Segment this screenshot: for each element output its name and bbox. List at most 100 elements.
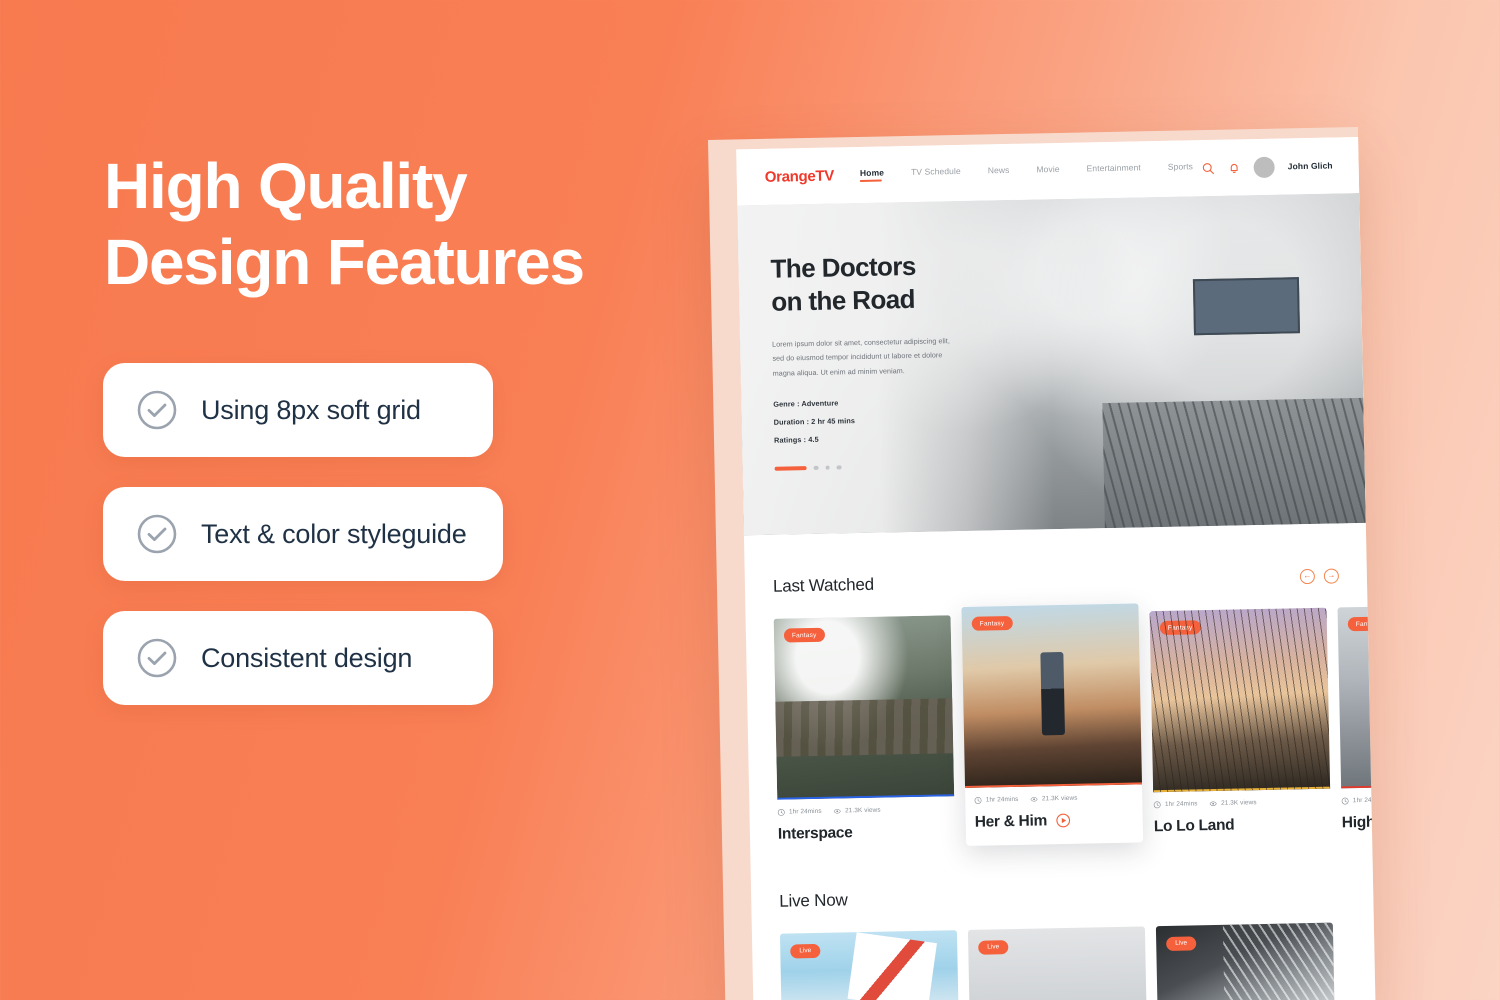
- nav-menu: Home TV Schedule News Movie Entertainmen…: [860, 161, 1193, 182]
- carousel-dot[interactable]: [836, 465, 842, 470]
- check-circle-icon: [135, 636, 179, 680]
- feature-card: Text & color styleguide: [103, 487, 503, 581]
- duration-meta: 1hr 24mins: [974, 796, 1018, 804]
- duration-meta: 1hr 24mins: [1341, 796, 1376, 805]
- mockup-frame: OrangeTV Home TV Schedule News Movie Ent…: [708, 126, 1376, 1000]
- hero-title: The Doctors on the Road: [770, 250, 916, 317]
- live-badge: Live: [790, 943, 821, 959]
- movie-card[interactable]: Fantasy 1hr 24mins: [1149, 607, 1332, 842]
- hero-meta-genre: Genre : Adventure: [773, 398, 839, 409]
- duration-text: 1hr 24mins: [1164, 800, 1198, 809]
- clock-icon: [1341, 797, 1349, 805]
- feature-card: Using 8px soft grid: [103, 363, 493, 457]
- live-card-row: Live Live Live: [779, 922, 1347, 1000]
- views-meta: 21.3K views: [833, 806, 881, 815]
- site-logo[interactable]: OrangeTV: [765, 167, 835, 185]
- check-circle-icon: [135, 388, 179, 432]
- movie-thumbnail[interactable]: Fantasy: [773, 615, 955, 800]
- duration-text: 1hr 24mins: [788, 808, 822, 816]
- genre-badge: Fantasy: [971, 615, 1013, 631]
- carousel-dot-active[interactable]: [774, 466, 807, 471]
- genre-badge: Fantasy: [1347, 616, 1376, 632]
- hero-banner: The Doctors on the Road Lorem ipsum dolo…: [737, 192, 1366, 536]
- watch-progress-bar: [1153, 786, 1331, 793]
- live-badge: Live: [1166, 935, 1197, 951]
- hero-meta-duration: Duration : 2 hr 45 mins: [773, 415, 856, 427]
- movie-card-row: Fantasy 1hr 24mins 21.3K views Interspac…: [773, 603, 1376, 849]
- movie-meta: 1hr 24mins 21.3K views: [1153, 798, 1330, 809]
- website-mockup: OrangeTV Home TV Schedule News Movie Ent…: [708, 126, 1376, 1000]
- nav-item-entertainment[interactable]: Entertainment: [1086, 162, 1140, 177]
- feature-label: Text & color styleguide: [201, 518, 467, 549]
- live-now-section: Live Now Live Live Live: [751, 879, 1375, 1000]
- duration-meta: 1hr 24mins: [1153, 800, 1198, 809]
- movie-meta: 1hr 24mins 21.3K views: [777, 805, 954, 816]
- live-card[interactable]: Live: [1155, 922, 1335, 1000]
- feature-label: Using 8px soft grid: [201, 394, 421, 425]
- nav-item-home[interactable]: Home: [860, 167, 884, 181]
- arrow-left-circle-icon[interactable]: ←: [1299, 568, 1316, 584]
- avatar[interactable]: [1253, 156, 1275, 178]
- movie-title: Her & Him: [974, 811, 1048, 831]
- duration-text: 1hr 24mins: [985, 796, 1019, 804]
- feature-list: Using 8px soft grid Text & color stylegu…: [103, 363, 503, 735]
- watch-progress-bar: [1341, 782, 1376, 789]
- last-watched-section: Last Watched ← → Fantasy 1hr 24mins 21.3…: [745, 565, 1376, 850]
- live-card[interactable]: Live: [967, 925, 1147, 1000]
- hero-content: The Doctors on the Road Lorem ipsum dolo…: [737, 193, 1364, 472]
- watch-progress-bar: [965, 781, 1143, 788]
- nav-item-movie[interactable]: Movie: [1036, 164, 1059, 178]
- movie-thumbnail[interactable]: Fantasy: [1337, 603, 1376, 789]
- search-icon[interactable]: [1202, 161, 1215, 174]
- views-text: 21.3K views: [845, 806, 881, 815]
- movie-title: Lo Lo Land: [1153, 816, 1235, 835]
- carousel-controls: ← →: [1299, 567, 1340, 584]
- movie-thumbnail[interactable]: Fantasy: [961, 603, 1143, 788]
- views-text: 21.3K views: [1041, 794, 1078, 803]
- play-circle-icon[interactable]: [1056, 813, 1071, 828]
- hero-meta-ratings: Ratings : 4.5: [773, 434, 819, 445]
- live-badge: Live: [978, 939, 1009, 955]
- watch-progress-bar: [777, 793, 955, 800]
- user-name[interactable]: John Glich: [1288, 160, 1333, 171]
- movie-card[interactable]: Fantasy 1hr 24mins: [961, 603, 1144, 846]
- movie-title: High: [1341, 813, 1376, 831]
- views-meta: 21.3K views: [1209, 799, 1257, 808]
- browser-viewport: OrangeTV Home TV Schedule News Movie Ent…: [736, 136, 1376, 1000]
- carousel-dot[interactable]: [813, 465, 819, 471]
- page-title: High Quality Design Features: [104, 150, 585, 299]
- check-circle-icon: [135, 512, 179, 556]
- movie-title: Interspace: [777, 823, 853, 843]
- movie-thumbnail[interactable]: Fantasy: [1149, 607, 1331, 793]
- movie-meta: 1hr 24mins 21.3K views: [965, 793, 1142, 804]
- section-header: Live Now: [779, 880, 1345, 911]
- hero-description: Lorem ipsum dolor sit amet, consectetur …: [772, 335, 950, 378]
- notification-bell-icon[interactable]: [1228, 161, 1241, 174]
- views-meta: 21.3K views: [1030, 794, 1078, 804]
- hero-meta-list: Genre : Adventure Duration : 2 hr 45 min…: [773, 388, 1364, 445]
- section-header: Last Watched ← →: [773, 565, 1340, 596]
- feature-card: Consistent design: [103, 611, 493, 705]
- eye-icon: [1030, 796, 1038, 804]
- movie-title-row: Her & Him: [966, 810, 1143, 832]
- nav-item-sports[interactable]: Sports: [1168, 161, 1193, 176]
- views-text: 21.3K views: [1220, 799, 1257, 808]
- movie-meta: 1hr 24mins 21.3K views: [1341, 794, 1376, 805]
- carousel-dot[interactable]: [825, 465, 830, 471]
- live-card[interactable]: Live: [779, 929, 959, 1000]
- nav-actions: John Glich: [1202, 155, 1333, 179]
- duration-meta: 1hr 24mins: [777, 808, 822, 817]
- movie-card[interactable]: Fantasy 1hr 24mins: [1337, 603, 1376, 838]
- nav-item-news[interactable]: News: [988, 165, 1010, 179]
- eye-icon: [1209, 800, 1217, 808]
- duration-text: 1hr 24mins: [1352, 796, 1376, 805]
- clock-icon: [777, 808, 785, 817]
- genre-badge: Fantasy: [783, 627, 825, 643]
- movie-card[interactable]: Fantasy 1hr 24mins: [773, 615, 956, 849]
- nav-item-tv-schedule[interactable]: TV Schedule: [911, 166, 961, 181]
- clock-icon: [974, 797, 982, 805]
- promo-panel: High Quality Design Features Using 8px s…: [0, 0, 700, 1000]
- section-title: Live Now: [779, 889, 848, 911]
- eye-icon: [833, 807, 842, 815]
- arrow-right-circle-icon[interactable]: →: [1323, 567, 1340, 584]
